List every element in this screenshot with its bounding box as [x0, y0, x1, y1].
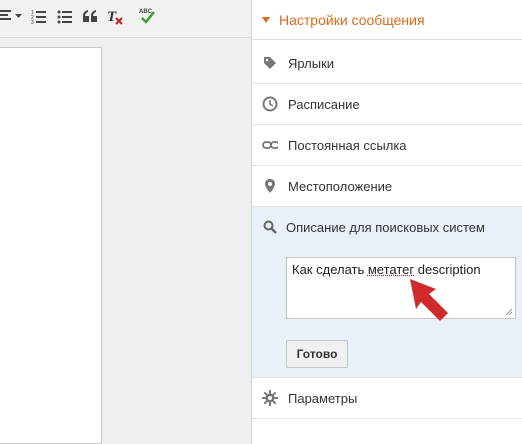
- align-icon[interactable]: [0, 6, 22, 26]
- red-arrow-icon: [410, 279, 448, 321]
- caret-down-icon: [262, 16, 270, 23]
- search-icon: [262, 219, 278, 235]
- description-text-prefix: Как сделать: [292, 262, 368, 277]
- sidebar-item-label: Расписание: [288, 96, 360, 112]
- editor-toolbar: 123 T ABC: [0, 0, 251, 38]
- post-settings-sidebar: Настройки сообщения Ярлыки Расписание По…: [251, 0, 522, 444]
- spellcheck-icon[interactable]: ABC: [138, 6, 158, 26]
- quote-icon[interactable]: [81, 6, 99, 26]
- location-pin-icon: [262, 178, 278, 194]
- sidebar-item-location[interactable]: Местоположение: [252, 166, 522, 207]
- numbered-list-icon[interactable]: 123: [30, 6, 48, 26]
- clock-icon: [262, 96, 278, 112]
- sidebar-item-label: Постоянная ссылка: [288, 137, 407, 153]
- search-description-panel: Описание для поисковых систем Как сделат…: [252, 207, 522, 378]
- search-description-textarea[interactable]: Как сделать метатег description: [286, 257, 516, 319]
- sidebar-item-options[interactable]: Параметры: [252, 378, 522, 419]
- sidebar-item-permalink[interactable]: Постоянная ссылка: [252, 125, 522, 166]
- sidebar-item-label: Параметры: [288, 390, 358, 406]
- sidebar-item-labels[interactable]: Ярлыки: [252, 43, 522, 84]
- resize-handle-icon[interactable]: [505, 308, 513, 316]
- tag-icon: [262, 55, 278, 71]
- search-description-header[interactable]: Описание для поисковых систем: [262, 219, 485, 235]
- svg-text:ABC: ABC: [139, 9, 153, 15]
- post-settings-title: Настройки сообщения: [279, 11, 425, 28]
- gear-icon: [262, 390, 278, 406]
- sidebar-item-label: Ярлыки: [288, 55, 335, 71]
- done-button[interactable]: Готово: [286, 340, 348, 368]
- dropdown-caret-icon[interactable]: [14, 13, 22, 19]
- sidebar-item-label: Местоположение: [288, 178, 393, 194]
- post-settings-header[interactable]: Настройки сообщения: [252, 0, 522, 40]
- editor-page[interactable]: [0, 47, 102, 444]
- svg-text:3: 3: [31, 20, 34, 24]
- link-icon: [262, 137, 278, 153]
- bulleted-list-icon[interactable]: [56, 6, 74, 26]
- svg-text:T: T: [107, 9, 117, 25]
- clear-format-icon[interactable]: T: [106, 6, 124, 26]
- search-description-label: Описание для поисковых систем: [286, 219, 485, 235]
- sidebar-item-schedule[interactable]: Расписание: [252, 84, 522, 125]
